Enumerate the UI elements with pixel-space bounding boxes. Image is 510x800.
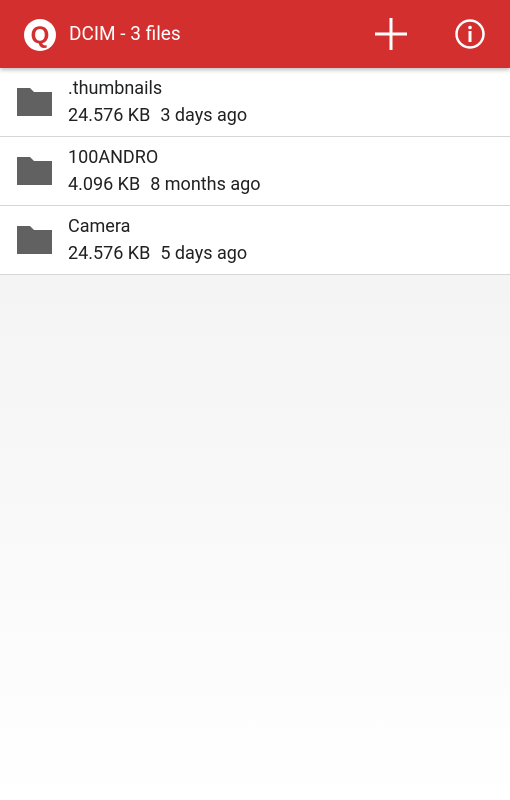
file-name: Camera	[68, 216, 131, 237]
app-bar: Q DCIM - 3 files	[0, 0, 510, 68]
plus-icon	[375, 18, 407, 50]
folder-icon	[17, 226, 52, 254]
info-icon	[455, 19, 485, 49]
file-list: .thumbnails 24.576 KB 3 days ago 100ANDRO…	[0, 68, 510, 275]
svg-text:Q: Q	[31, 22, 50, 49]
file-meta: 4.096 KB 8 months ago	[68, 174, 260, 195]
file-name: .thumbnails	[68, 78, 163, 99]
file-modified: 8 months ago	[150, 174, 261, 195]
file-meta: 24.576 KB 5 days ago	[68, 243, 247, 264]
app-title: DCIM - 3 files	[69, 22, 181, 45]
file-name: 100ANDRO	[68, 147, 159, 168]
list-item[interactable]: 100ANDRO 4.096 KB 8 months ago	[0, 137, 510, 206]
info-button[interactable]	[450, 14, 490, 54]
list-item[interactable]: .thumbnails 24.576 KB 3 days ago	[0, 68, 510, 137]
app-logo-icon: Q	[24, 19, 56, 51]
file-modified: 5 days ago	[160, 243, 248, 264]
add-button[interactable]	[371, 14, 411, 54]
folder-icon	[17, 88, 52, 116]
file-size: 4.096 KB	[68, 174, 141, 195]
folder-icon	[17, 157, 52, 185]
file-size: 24.576 KB	[68, 105, 151, 126]
file-modified: 3 days ago	[160, 105, 248, 126]
file-size: 24.576 KB	[68, 243, 151, 264]
file-meta: 24.576 KB 3 days ago	[68, 105, 247, 126]
list-item[interactable]: Camera 24.576 KB 5 days ago	[0, 206, 510, 275]
